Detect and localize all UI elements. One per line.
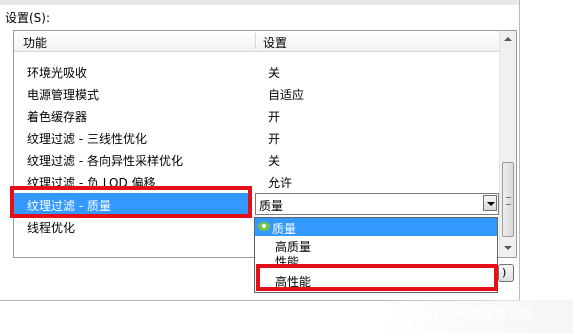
- list-item[interactable]: 纹理过滤 - 三线性优化 开: [14, 126, 500, 148]
- list-item[interactable]: 电源管理模式 自适应: [14, 82, 500, 104]
- feature-name: 纹理过滤 - 三线性优化: [27, 132, 147, 146]
- quality-combobox[interactable]: 质量: [255, 193, 499, 215]
- annotation-box-quality-row: [10, 186, 252, 218]
- scrollbar-thumb[interactable]: [502, 162, 514, 237]
- background-right: [520, 0, 573, 333]
- combobox-value: 质量: [259, 199, 284, 213]
- dialog-button[interactable]: ): [498, 264, 514, 282]
- feature-name: 着色缓存器: [27, 110, 88, 124]
- chevron-down-icon[interactable]: [483, 195, 497, 211]
- setting-value: 开: [268, 110, 281, 124]
- feature-name: 线程优化: [27, 221, 76, 235]
- setting-value: 自适应: [268, 88, 305, 102]
- top-strip: [0, 0, 519, 5]
- setting-value: 关: [268, 154, 281, 168]
- dropdown-option-quality[interactable]: 质量: [255, 218, 497, 236]
- feature-name: 环境光吸收: [27, 66, 88, 80]
- column-header-feature[interactable]: 功能: [23, 34, 47, 51]
- feature-name: 纹理过滤 - 各向异性采样优化: [27, 154, 183, 168]
- vertical-scrollbar[interactable]: [499, 31, 516, 257]
- setting-value: 开: [268, 132, 281, 146]
- scroll-up-icon[interactable]: [500, 31, 516, 48]
- nvidia-icon: [258, 222, 270, 231]
- option-label: 质量: [272, 222, 297, 236]
- list-item[interactable]: 纹理过滤 - 各向异性采样优化 关: [14, 148, 500, 170]
- column-separator[interactable]: [255, 33, 256, 49]
- grip-icon: [506, 197, 511, 205]
- setting-value: 允许: [268, 176, 293, 190]
- list-item[interactable]: 着色缓存器 开: [14, 104, 500, 126]
- feature-name: 电源管理模式: [27, 88, 100, 102]
- setting-value: 关: [268, 66, 281, 80]
- scroll-down-icon[interactable]: [500, 240, 516, 257]
- column-header-setting[interactable]: 设置: [263, 34, 287, 51]
- annotation-box-high-performance: [256, 264, 498, 291]
- watermark-text: 百度号/小白一键重装系统: [386, 307, 534, 322]
- list-item[interactable]: 环境光吸收 关: [14, 60, 500, 82]
- list-header: 功能 设置: [14, 31, 500, 52]
- dialog-button-label: ): [502, 266, 507, 279]
- settings-label: 设置(S):: [5, 11, 51, 25]
